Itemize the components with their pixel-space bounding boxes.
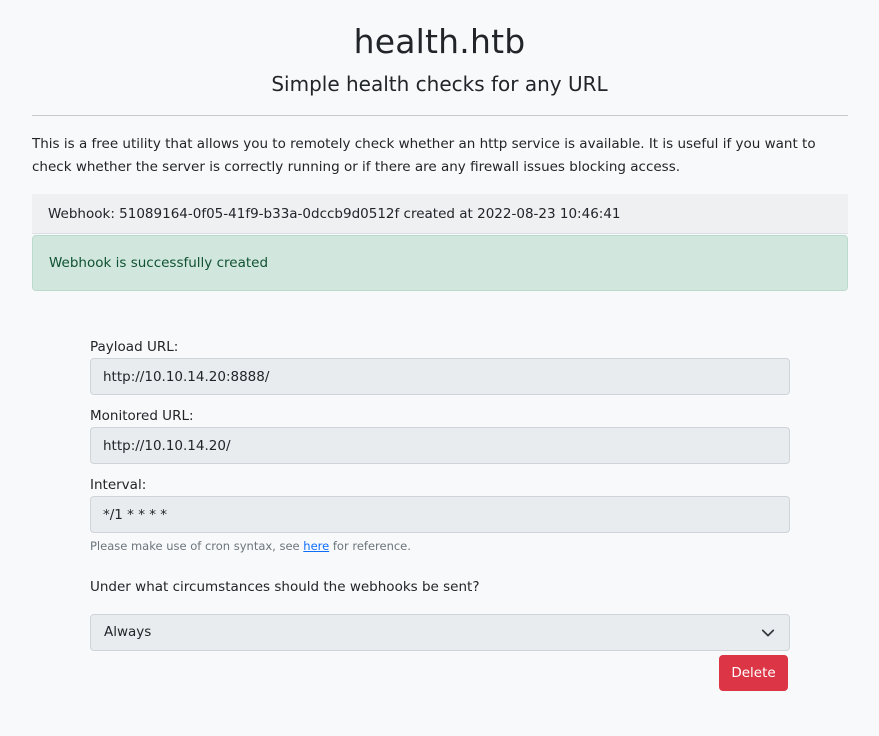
header-divider [32, 115, 848, 116]
interval-label: Interval: [90, 477, 147, 493]
cron-help-suffix: for reference. [329, 539, 411, 553]
payload-url-label: Payload URL: [90, 339, 179, 355]
interval-group: Interval: Please make use of cron syntax… [90, 474, 790, 554]
monitored-url-input[interactable] [90, 427, 790, 464]
site-subtitle: Simple health checks for any URL [271, 72, 608, 96]
success-alert: Webhook is successfully created [32, 235, 848, 291]
intro-text: This is a free utility that allows you t… [32, 136, 816, 175]
site-title: health.htb [353, 22, 526, 61]
cron-help-prefix: Please make use of cron syntax, see [90, 539, 304, 553]
webhook-info-bar: Webhook: 51089164-0f05-41f9-b33a-0dccb9d… [32, 194, 848, 234]
send-condition-question: Under what circumstances should the webh… [90, 579, 480, 595]
cron-help-text: Please make use of cron syntax, see here… [90, 538, 790, 554]
cron-help-link[interactable]: here [303, 539, 329, 553]
send-condition-select[interactable]: Always [90, 614, 790, 651]
page: health.htb Simple health checks for any … [0, 0, 879, 736]
delete-button[interactable]: Delete [719, 655, 788, 691]
monitored-url-group: Monitored URL: [90, 405, 790, 464]
payload-url-input[interactable] [90, 358, 790, 395]
payload-url-group: Payload URL: [90, 336, 790, 395]
send-condition-selected: Always [104, 624, 152, 640]
interval-input[interactable] [90, 496, 790, 533]
chevron-down-icon [761, 629, 775, 637]
monitored-url-label: Monitored URL: [90, 408, 194, 424]
webhook-form: Payload URL: Monitored URL: Interval: Pl… [90, 336, 790, 691]
